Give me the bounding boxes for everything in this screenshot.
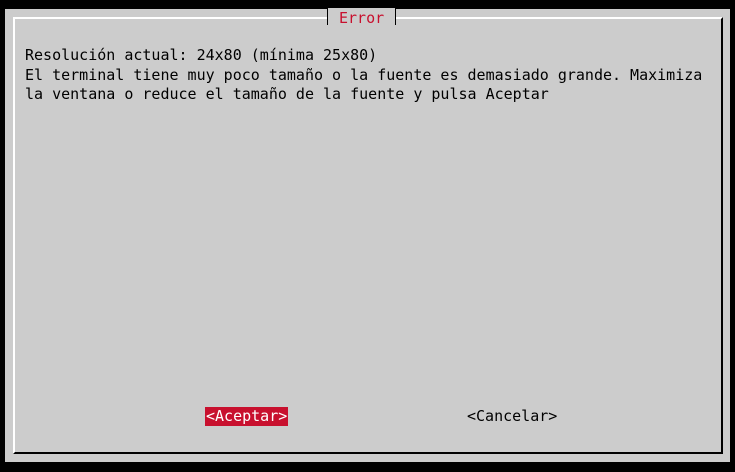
message-line-warning: El terminal tiene muy poco tamaño o la f… bbox=[25, 65, 703, 84]
dialog-title: Error bbox=[339, 9, 385, 27]
error-dialog: Error Resolución actual: 24x80 (mínima 2… bbox=[5, 8, 730, 462]
accept-button[interactable]: <Aceptar> bbox=[205, 407, 289, 426]
cancel-button[interactable]: <Cancelar> bbox=[466, 407, 558, 426]
dialog-message: Resolución actual: 24x80 (mínima 25x80) … bbox=[25, 46, 715, 105]
message-line-resolution: Resolución actual: 24x80 (mínima 25x80) bbox=[25, 46, 378, 64]
dialog-title-box: Error bbox=[327, 8, 397, 28]
message-line-instruction: la ventana o reduce el tamaño de la fuen… bbox=[25, 85, 549, 103]
